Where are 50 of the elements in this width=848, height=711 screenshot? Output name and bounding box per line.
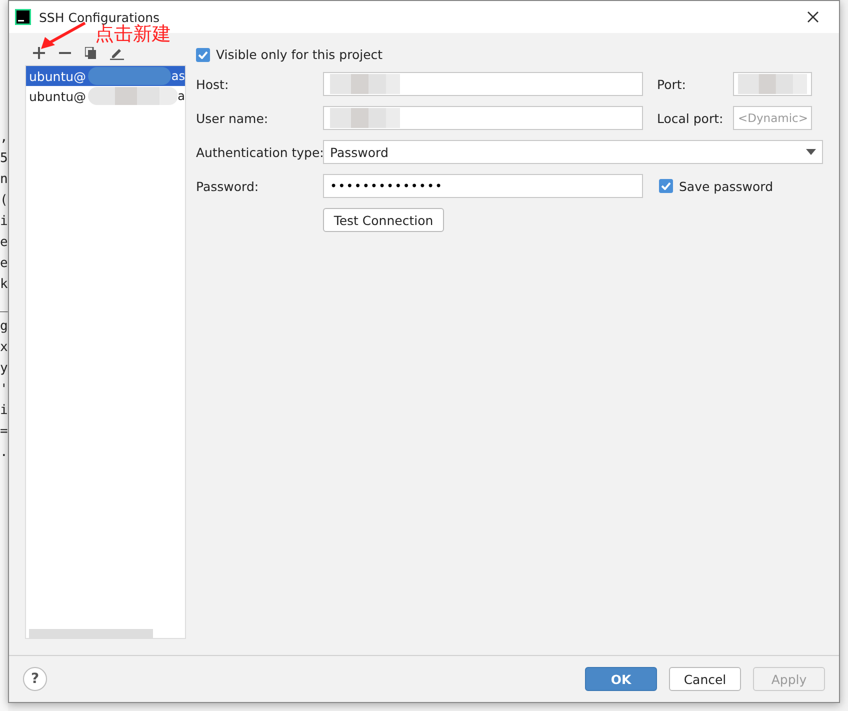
code-fragment: y bbox=[0, 361, 8, 377]
code-fragment: i bbox=[0, 214, 8, 230]
close-icon[interactable] bbox=[807, 11, 819, 23]
code-fragment: 5 bbox=[0, 151, 8, 167]
field-label: User name: bbox=[196, 110, 270, 126]
code-fragment: x bbox=[0, 340, 8, 356]
checkbox[interactable] bbox=[196, 48, 210, 62]
code-fragment: = bbox=[0, 424, 8, 440]
redaction-blur bbox=[330, 74, 400, 94]
auth-type-dropdown[interactable]: Password bbox=[323, 140, 823, 164]
redaction-blur bbox=[738, 74, 807, 94]
code-fragment: , bbox=[0, 130, 8, 146]
host-item[interactable]: ubuntu@ a bbox=[26, 86, 185, 106]
annotation-text: 点击新建 bbox=[95, 23, 171, 47]
password-field[interactable]: •••••••••••••• bbox=[323, 174, 643, 198]
redaction-blur bbox=[330, 108, 400, 128]
code-fragment: e bbox=[0, 235, 8, 251]
host-field[interactable] bbox=[323, 72, 643, 96]
caret-icon[interactable] bbox=[806, 149, 816, 155]
host-item[interactable]: ubuntu@ as bbox=[26, 66, 185, 86]
code-fragment: i bbox=[0, 403, 8, 419]
window-title: SSH Configurations bbox=[39, 10, 160, 24]
scrollbar[interactable] bbox=[29, 629, 153, 638]
field-label: Authentication type: bbox=[196, 144, 323, 160]
add-icon[interactable] bbox=[33, 47, 45, 59]
app-logo-icon bbox=[15, 9, 31, 25]
user-name-field[interactable] bbox=[323, 106, 643, 130]
local-port-field[interactable]: <Dynamic> bbox=[733, 106, 812, 130]
code-fragment: _ bbox=[0, 298, 8, 314]
dialog-button[interactable]: Cancel bbox=[669, 667, 741, 691]
pencil-icon[interactable] bbox=[110, 46, 124, 60]
dialog-button[interactable]: OK bbox=[585, 667, 657, 691]
checkbox-label: Save password bbox=[679, 178, 774, 194]
code-fragment: ' bbox=[0, 382, 8, 398]
checkbox-label: Visible only for this project bbox=[216, 47, 383, 62]
field-label: Port: bbox=[657, 76, 687, 92]
field-label: Local port: bbox=[657, 110, 724, 126]
code-fragment: . bbox=[0, 445, 8, 461]
field-label: Password: bbox=[196, 178, 260, 194]
port-field[interactable] bbox=[733, 72, 812, 96]
checkbox[interactable] bbox=[659, 179, 673, 193]
code-fragment: g bbox=[0, 319, 8, 335]
code-fragment: n bbox=[0, 172, 8, 188]
field-label: Host: bbox=[196, 76, 230, 92]
copy-icon[interactable] bbox=[85, 46, 97, 60]
test-connection-button[interactable]: Test Connection bbox=[323, 208, 444, 232]
help-button[interactable]: ? bbox=[23, 667, 47, 691]
code-fragment: e bbox=[0, 256, 8, 272]
code-fragment: k bbox=[0, 277, 8, 293]
code-fragment: ( bbox=[0, 193, 8, 209]
